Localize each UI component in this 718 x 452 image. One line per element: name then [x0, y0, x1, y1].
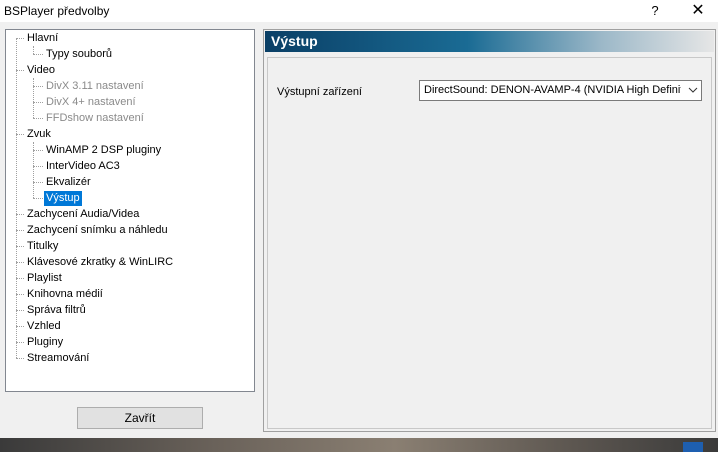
tree-item-playlist[interactable]: Playlist: [25, 271, 64, 286]
tree-item-hlavni[interactable]: Hlavní: [25, 31, 60, 46]
tree-connector: [33, 166, 43, 167]
tree-item-sprava-filtru[interactable]: Správa filtrů: [25, 303, 88, 318]
tree-item-streamovani[interactable]: Streamování: [25, 351, 91, 366]
tree-item-ekvalizer[interactable]: Ekvalizér: [44, 175, 93, 190]
tree-item-typy-souboru[interactable]: Typy souborů: [44, 47, 114, 62]
window-title: BSPlayer předvolby: [4, 4, 110, 18]
output-device-label: Výstupní zařízení: [277, 86, 362, 98]
tree-item-zachyceni-audia-videa[interactable]: Zachycení Audia/Videa: [25, 207, 141, 222]
tree-connector: [16, 278, 24, 279]
tree-connector: [16, 342, 24, 343]
tree-item-intervideo-ac3[interactable]: InterVideo AC3: [44, 159, 122, 174]
tree-item-vzhled[interactable]: Vzhled: [25, 319, 63, 334]
tree-item-video[interactable]: Video: [25, 63, 57, 78]
tree-item-zvuk[interactable]: Zvuk: [25, 127, 53, 142]
output-device-select[interactable]: DirectSound: DENON-AVAMP-4 (NVIDIA High …: [419, 80, 702, 101]
tree-connector: [16, 310, 24, 311]
tree-connector: [16, 70, 24, 71]
tree-connector: [16, 294, 24, 295]
tree-item-pluginy[interactable]: Pluginy: [25, 335, 65, 350]
tree-connector: [33, 78, 34, 118]
tree-connector: [16, 214, 24, 215]
tree-item-vystup[interactable]: Výstup: [44, 191, 82, 206]
settings-panel: Výstup Výstupní zařízení DirectSound: DE…: [263, 29, 716, 432]
tree-connector: [16, 262, 24, 263]
tree-connector: [16, 230, 24, 231]
desktop-background-strip: [0, 438, 718, 452]
tree-item-winamp-dsp[interactable]: WinAMP 2 DSP pluginy: [44, 143, 163, 158]
tree-item-divx4[interactable]: DivX 4+ nastavení: [44, 95, 138, 110]
title-bar: BSPlayer předvolby ? ✕: [0, 0, 718, 22]
tree-connector: [16, 38, 24, 39]
tree-item-knihovna-medii[interactable]: Knihovna médií: [25, 287, 105, 302]
panel-body: Výstupní zařízení DirectSound: DENON-AVA…: [267, 57, 712, 429]
tree-connector: [16, 326, 24, 327]
tree-connector: [33, 54, 43, 55]
help-button[interactable]: ?: [637, 0, 673, 22]
tree-connector: [33, 46, 34, 54]
tree-connector: [16, 134, 24, 135]
tree-connector: [33, 198, 43, 199]
tree-item-divx311[interactable]: DivX 3.11 nastavení: [44, 79, 146, 94]
close-window-button[interactable]: ✕: [680, 0, 716, 22]
tree-connector: [16, 246, 24, 247]
tree-item-ffdshow[interactable]: FFDshow nastavení: [44, 111, 146, 126]
chevron-down-icon: [688, 87, 698, 93]
tree-connector: [33, 102, 43, 103]
tree-item-titulky[interactable]: Titulky: [25, 239, 60, 254]
output-device-value: DirectSound: DENON-AVAMP-4 (NVIDIA High …: [424, 84, 681, 96]
settings-tree[interactable]: Hlavní Typy souborů Video DivX 3.11 nast…: [5, 29, 255, 392]
close-button[interactable]: Zavřít: [77, 407, 203, 429]
tree-connector: [33, 86, 43, 87]
tree-item-klavesove-zkratky[interactable]: Klávesové zkratky & WinLIRC: [25, 255, 175, 270]
panel-title: Výstup: [265, 31, 714, 52]
taskbar-app-icon: [683, 442, 703, 452]
tree-connector: [33, 182, 43, 183]
tree-connector: [33, 118, 43, 119]
tree-connector: [33, 150, 43, 151]
tree-connector: [16, 358, 24, 359]
tree-item-zachyceni-snimku[interactable]: Zachycení snímku a náhledu: [25, 223, 170, 238]
